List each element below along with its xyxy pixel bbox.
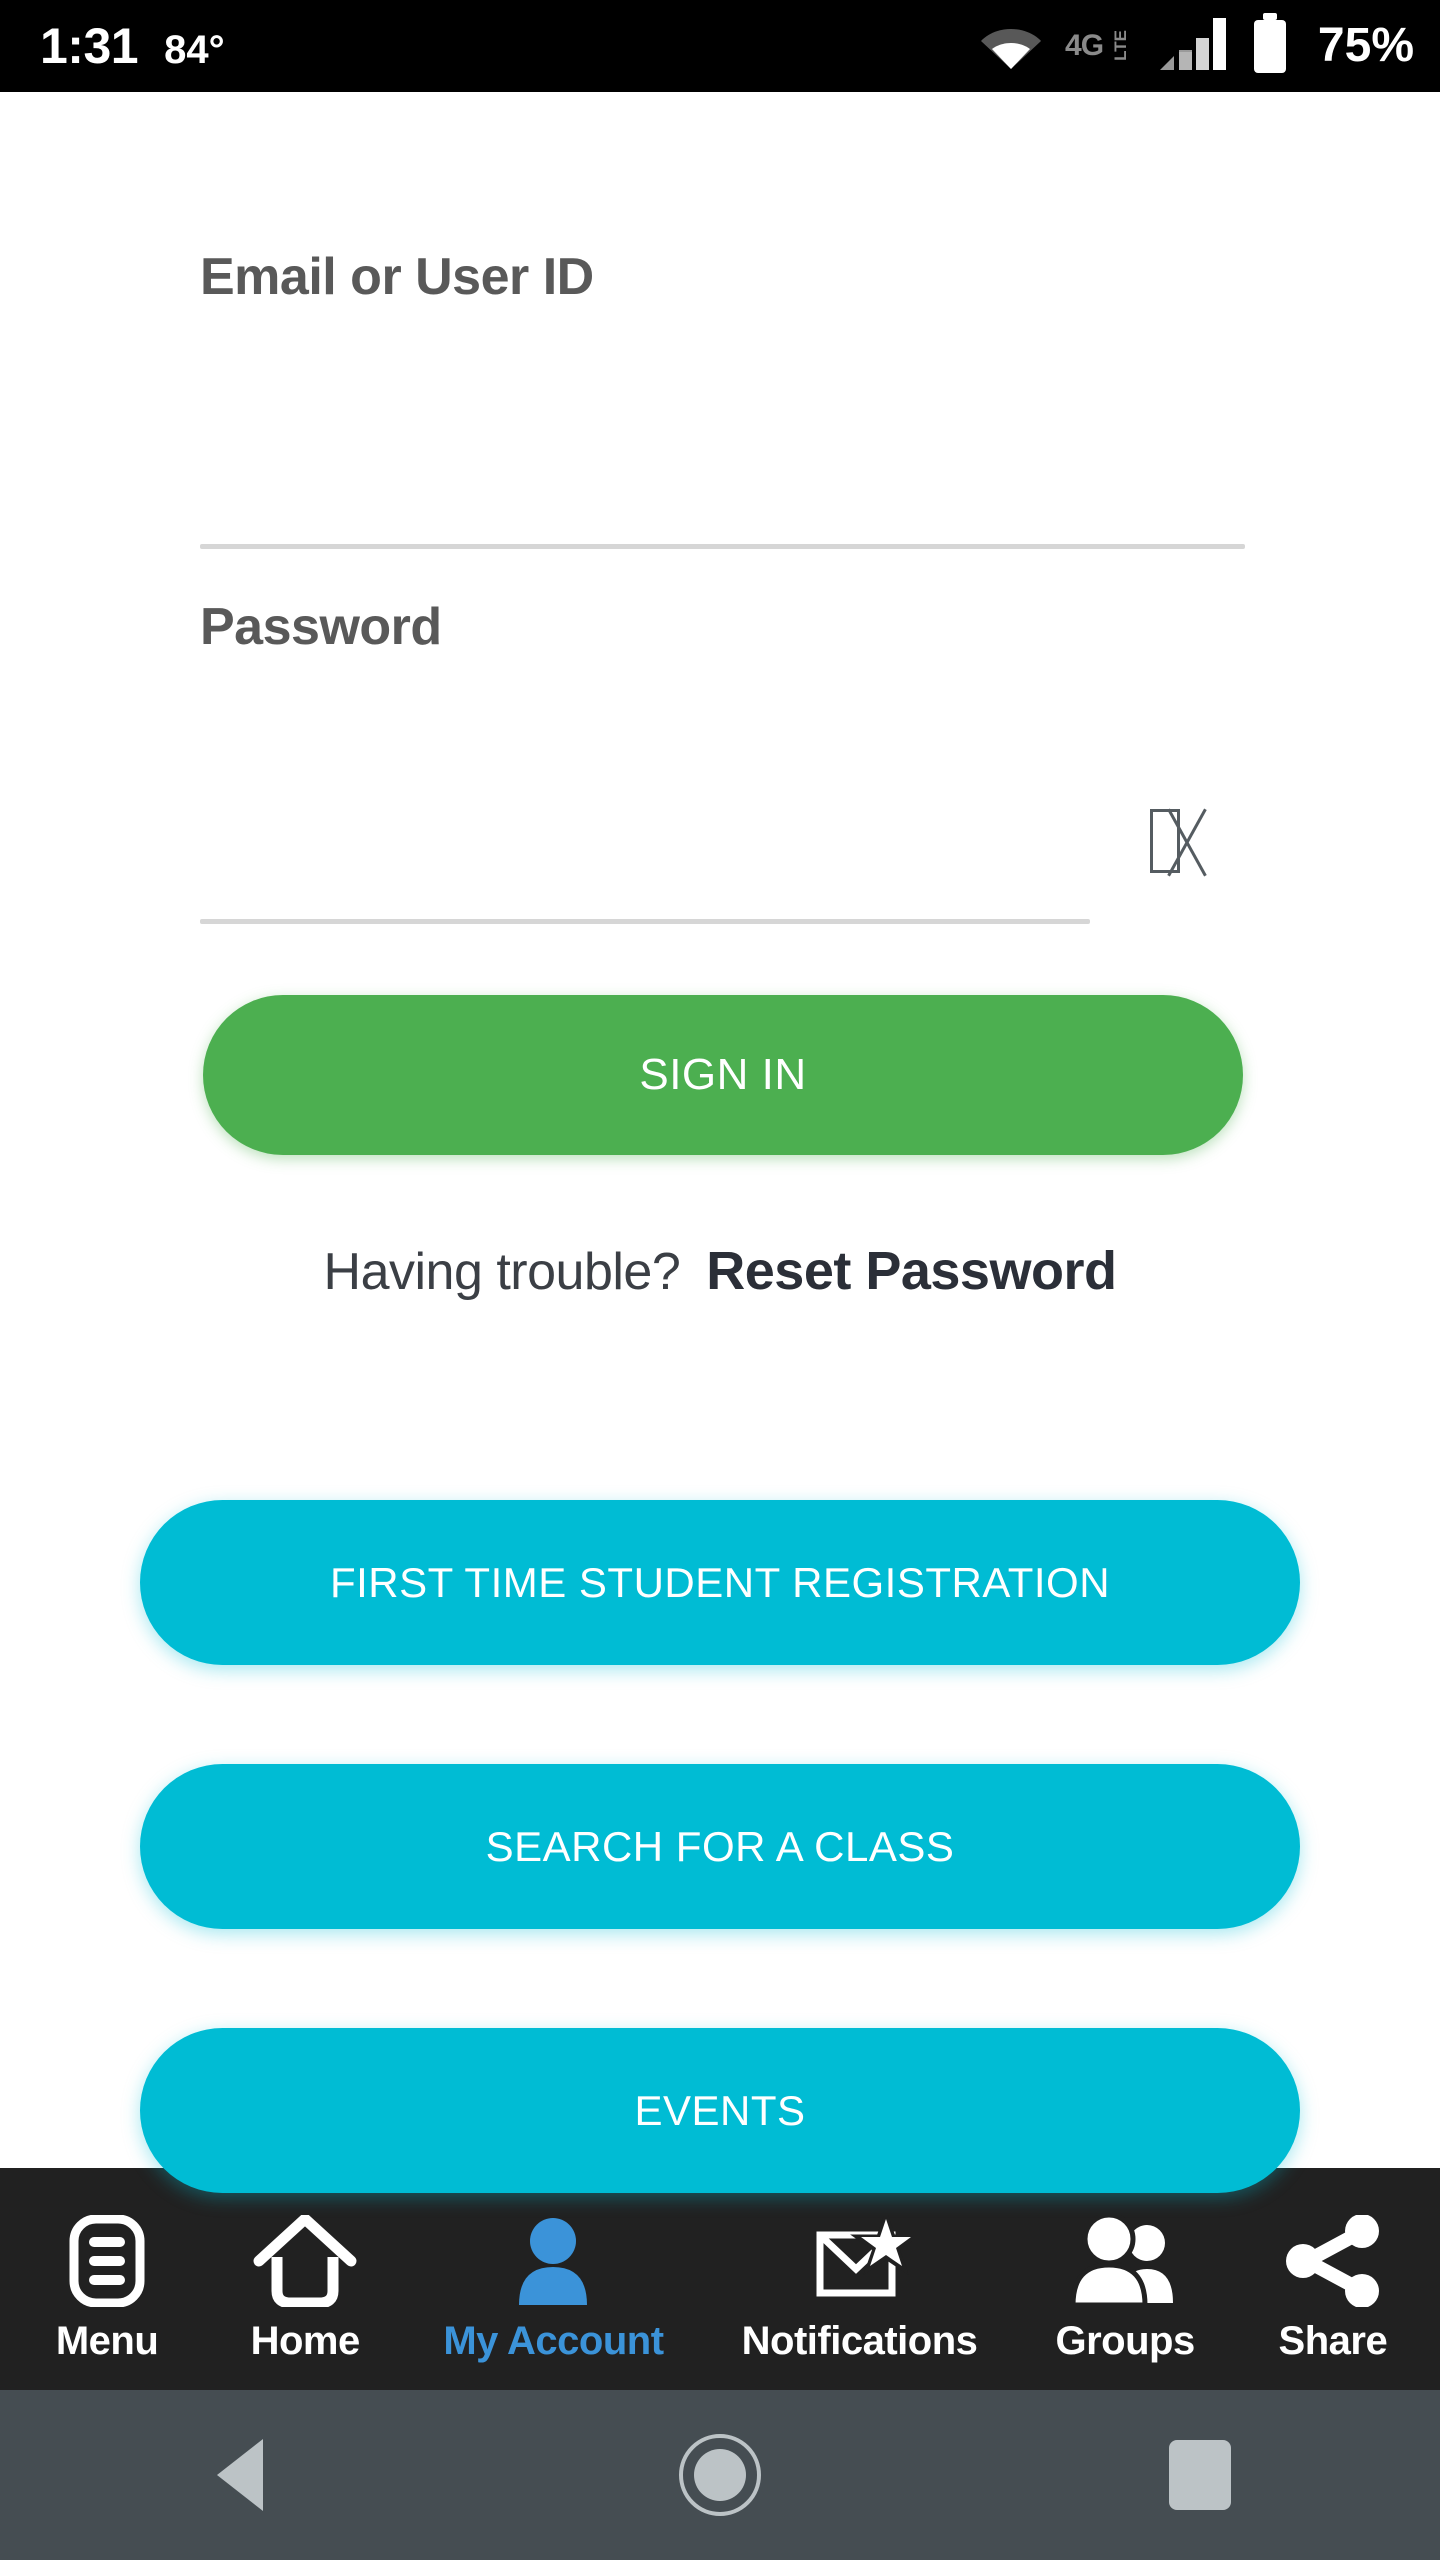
email-field-label: Email or User ID xyxy=(200,248,594,306)
events-button[interactable]: EVENTS xyxy=(140,2028,1300,2193)
nav-label-notifications: Notifications xyxy=(741,2318,978,2363)
password-field-group: Password xyxy=(0,597,1440,924)
home-button[interactable] xyxy=(620,2390,820,2560)
wifi-icon xyxy=(979,19,1043,74)
having-trouble-label: Having trouble? xyxy=(323,1243,681,1301)
home-icon xyxy=(253,2213,357,2309)
status-bar-right: 4G LTE 75% xyxy=(979,12,1414,80)
circle-home-icon xyxy=(679,2434,761,2516)
password-input[interactable] xyxy=(200,687,1090,787)
battery-percent-label: 75% xyxy=(1317,19,1414,72)
show-password-toggle-icon[interactable] xyxy=(1150,809,1180,873)
reset-password-link[interactable]: Reset Password xyxy=(706,1240,1117,1302)
network-type-label: 4G xyxy=(1065,29,1104,62)
nav-label-groups: Groups xyxy=(1055,2318,1196,2363)
app-screen: 1:31 84° 4G LTE 75% Email or User ID Pas… xyxy=(0,0,1440,2560)
nav-item-groups[interactable]: Groups xyxy=(1056,2195,1195,2364)
status-bar-left: 1:31 84° xyxy=(40,21,225,71)
nav-item-share[interactable]: Share xyxy=(1273,2195,1393,2364)
nav-item-my-account[interactable]: My Account xyxy=(443,2195,664,2364)
status-temperature: 84° xyxy=(164,28,225,72)
nav-item-notifications[interactable]: Notifications xyxy=(742,2195,978,2364)
bottom-navigation-bar: Menu Home My Account Notifications Group… xyxy=(0,2168,1440,2390)
network-type-icon: 4G LTE xyxy=(1065,29,1136,62)
login-form: Email or User ID Password SIGN IN Having… xyxy=(0,92,1440,2193)
nav-item-home[interactable]: Home xyxy=(245,2195,365,2364)
nav-label-my-account: My Account xyxy=(443,2318,664,2363)
sign-in-button[interactable]: SIGN IN xyxy=(203,995,1243,1155)
password-field-underline xyxy=(200,919,1090,924)
password-field-label: Password xyxy=(200,598,442,656)
back-button[interactable] xyxy=(140,2390,340,2560)
signal-bars-icon xyxy=(1158,16,1228,77)
email-field-group: Email or User ID xyxy=(0,247,1440,549)
share-nodes-icon xyxy=(1283,2213,1383,2309)
recents-button[interactable] xyxy=(1100,2390,1300,2560)
nav-label-menu: Menu xyxy=(55,2318,159,2363)
nav-label-share: Share xyxy=(1278,2318,1388,2363)
network-suffix-label: LTE xyxy=(1110,30,1130,61)
people-group-icon xyxy=(1069,2213,1181,2309)
person-icon xyxy=(509,2213,597,2309)
email-field-underline xyxy=(200,544,1245,549)
triangle-back-icon xyxy=(217,2439,263,2511)
envelope-star-icon xyxy=(808,2213,912,2309)
search-for-a-class-button[interactable]: SEARCH FOR A CLASS xyxy=(140,1764,1300,1929)
email-input[interactable] xyxy=(200,337,1245,437)
first-time-student-registration-button[interactable]: FIRST TIME STUDENT REGISTRATION xyxy=(140,1500,1300,1665)
battery-icon xyxy=(1250,12,1290,80)
nav-item-menu[interactable]: Menu xyxy=(47,2195,167,2364)
status-clock: 1:31 xyxy=(40,18,139,74)
status-bar: 1:31 84° 4G LTE 75% xyxy=(0,0,1440,92)
square-recents-icon xyxy=(1169,2440,1231,2510)
menu-list-icon xyxy=(69,2213,145,2309)
android-system-navigation-bar xyxy=(0,2390,1440,2560)
nav-label-home: Home xyxy=(250,2318,361,2363)
help-row: Having trouble? Reset Password xyxy=(0,1240,1440,1302)
missing-glyph-cross xyxy=(1150,809,1180,873)
